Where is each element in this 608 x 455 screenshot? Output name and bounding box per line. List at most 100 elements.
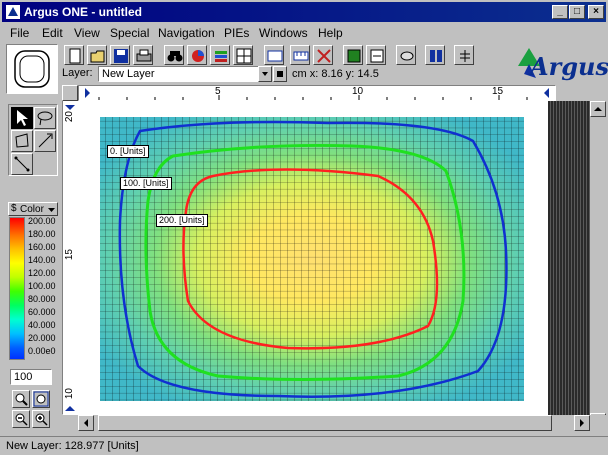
menu-file[interactable]: File: [10, 26, 29, 40]
save-icon: [114, 49, 128, 63]
lasso-icon: [37, 111, 53, 126]
zoom-in-button[interactable]: [12, 390, 30, 408]
find-button[interactable]: [164, 45, 184, 65]
binoculars-icon: [167, 51, 183, 62]
domain-icon: [267, 50, 283, 62]
preview-outline-icon: [14, 50, 50, 88]
menu-help[interactable]: Help: [318, 26, 343, 40]
horizontal-scrollbar[interactable]: [78, 415, 590, 431]
color-header: Color: [20, 204, 44, 215]
ruler-button[interactable]: [290, 45, 310, 65]
layers-icon: [215, 51, 227, 62]
save-button[interactable]: [110, 45, 130, 65]
line-icon: [38, 133, 53, 148]
arrow-pointer-icon: [17, 110, 28, 126]
title-bar: Argus ONE - untitled _ □ ×: [2, 2, 606, 22]
scroll-up-button[interactable]: [590, 101, 606, 117]
close-button[interactable]: ×: [588, 5, 604, 19]
status-bar: New Layer: 128.977 [Units]: [0, 436, 608, 455]
polygon-tool[interactable]: [11, 130, 33, 152]
import-icon: [400, 51, 414, 61]
app-icon: [6, 5, 20, 19]
import-button[interactable]: [396, 45, 416, 65]
legend-value: 160.00: [28, 242, 56, 252]
pie-icon: [192, 50, 204, 62]
lasso-tool[interactable]: [34, 107, 56, 129]
ruler-end-marker-icon[interactable]: [544, 88, 549, 98]
color-swatch-icon: $: [11, 203, 17, 214]
status-text: New Layer: 128.977 [Units]: [6, 440, 139, 452]
legend-value: 40.000: [28, 320, 56, 330]
domain-button[interactable]: [264, 45, 284, 65]
print-button[interactable]: [133, 45, 153, 65]
book-icon: [347, 49, 361, 63]
open-button[interactable]: [87, 45, 107, 65]
horizontal-ruler: 5 10 15: [78, 85, 556, 101]
layer-preview: [6, 44, 58, 94]
legend-value: 80.000: [28, 294, 56, 304]
mesh-button[interactable]: [313, 45, 333, 65]
menu-special[interactable]: Special: [110, 26, 149, 40]
legend-value: 60.000: [28, 307, 56, 317]
zoom-out-button[interactable]: [12, 410, 30, 428]
horizontal-scroll-thumb[interactable]: [98, 415, 552, 431]
layer-step-button[interactable]: [273, 66, 287, 82]
legend-value: 100.00: [28, 281, 56, 291]
book-button[interactable]: [343, 45, 363, 65]
new-button[interactable]: [64, 45, 84, 65]
ruler-top-marker-icon[interactable]: [65, 105, 75, 110]
chevron-down-icon: [48, 208, 55, 212]
line-tool[interactable]: [34, 130, 56, 152]
tree-button[interactable]: [454, 45, 474, 65]
vertical-scrollbar[interactable]: [590, 101, 606, 429]
open-icon: [90, 50, 105, 63]
minimize-button[interactable]: _: [552, 5, 568, 19]
vertical-ruler: 20 15 10: [62, 100, 78, 415]
zoom-out-icon: [15, 413, 28, 426]
window-title: Argus ONE - untitled: [24, 5, 142, 19]
menu-windows[interactable]: Windows: [259, 26, 308, 40]
ruler-corner[interactable]: [62, 85, 78, 101]
contour-label-0: 0. [Units]: [107, 145, 149, 158]
move-tool[interactable]: [11, 153, 33, 175]
ruler-tick-20: 20: [64, 111, 75, 123]
report-icon: [430, 50, 442, 62]
maximize-button[interactable]: □: [569, 5, 585, 19]
zoom-fit-button[interactable]: [32, 410, 50, 428]
map-canvas[interactable]: 0. [Units] 100. [Units] 200. [Units]: [78, 101, 548, 415]
grid-button[interactable]: [233, 45, 253, 65]
zoom-area-button[interactable]: [32, 390, 50, 408]
menu-navigation[interactable]: Navigation: [158, 26, 215, 40]
ruler-bottom-marker-icon[interactable]: [65, 406, 75, 411]
mesh-icon: [317, 49, 331, 63]
ruler-start-marker-icon[interactable]: [85, 88, 90, 98]
legend-value: 180.00: [28, 229, 56, 239]
menu-pies[interactable]: PIEs: [224, 26, 249, 40]
layers-button[interactable]: [210, 45, 230, 65]
pointer-tool[interactable]: [11, 107, 33, 129]
grid-icon: [236, 48, 252, 64]
print-icon: [136, 49, 152, 62]
layer-select[interactable]: New Layer: [98, 66, 260, 82]
zoom-input[interactable]: 100: [10, 369, 52, 385]
pie-button[interactable]: [187, 45, 207, 65]
menu-edit[interactable]: Edit: [42, 26, 63, 40]
color-legend-bar: [9, 217, 25, 360]
scroll-right-button[interactable]: [574, 415, 590, 431]
color-dropdown[interactable]: $ Color: [8, 202, 58, 216]
export-button[interactable]: [366, 45, 386, 65]
new-icon: [69, 48, 81, 64]
scroll-corner: [590, 415, 606, 431]
arrow-right-icon: [580, 419, 584, 427]
coordinate-readout: cm x: 8.16 y: 14.5: [292, 68, 379, 80]
scroll-left-button[interactable]: [78, 415, 94, 431]
layer-dropdown-button[interactable]: [258, 66, 272, 82]
report-button[interactable]: [425, 45, 445, 65]
menu-bar: File Edit View Special Navigation PIEs W…: [2, 23, 606, 41]
mesh-grid: [100, 117, 524, 401]
menu-view[interactable]: View: [74, 26, 100, 40]
legend-value: 0.00e0: [28, 346, 56, 356]
tree-icon: [460, 50, 470, 62]
zoom-box-icon: [33, 391, 49, 407]
ruler-tick-v10: 10: [64, 388, 75, 400]
